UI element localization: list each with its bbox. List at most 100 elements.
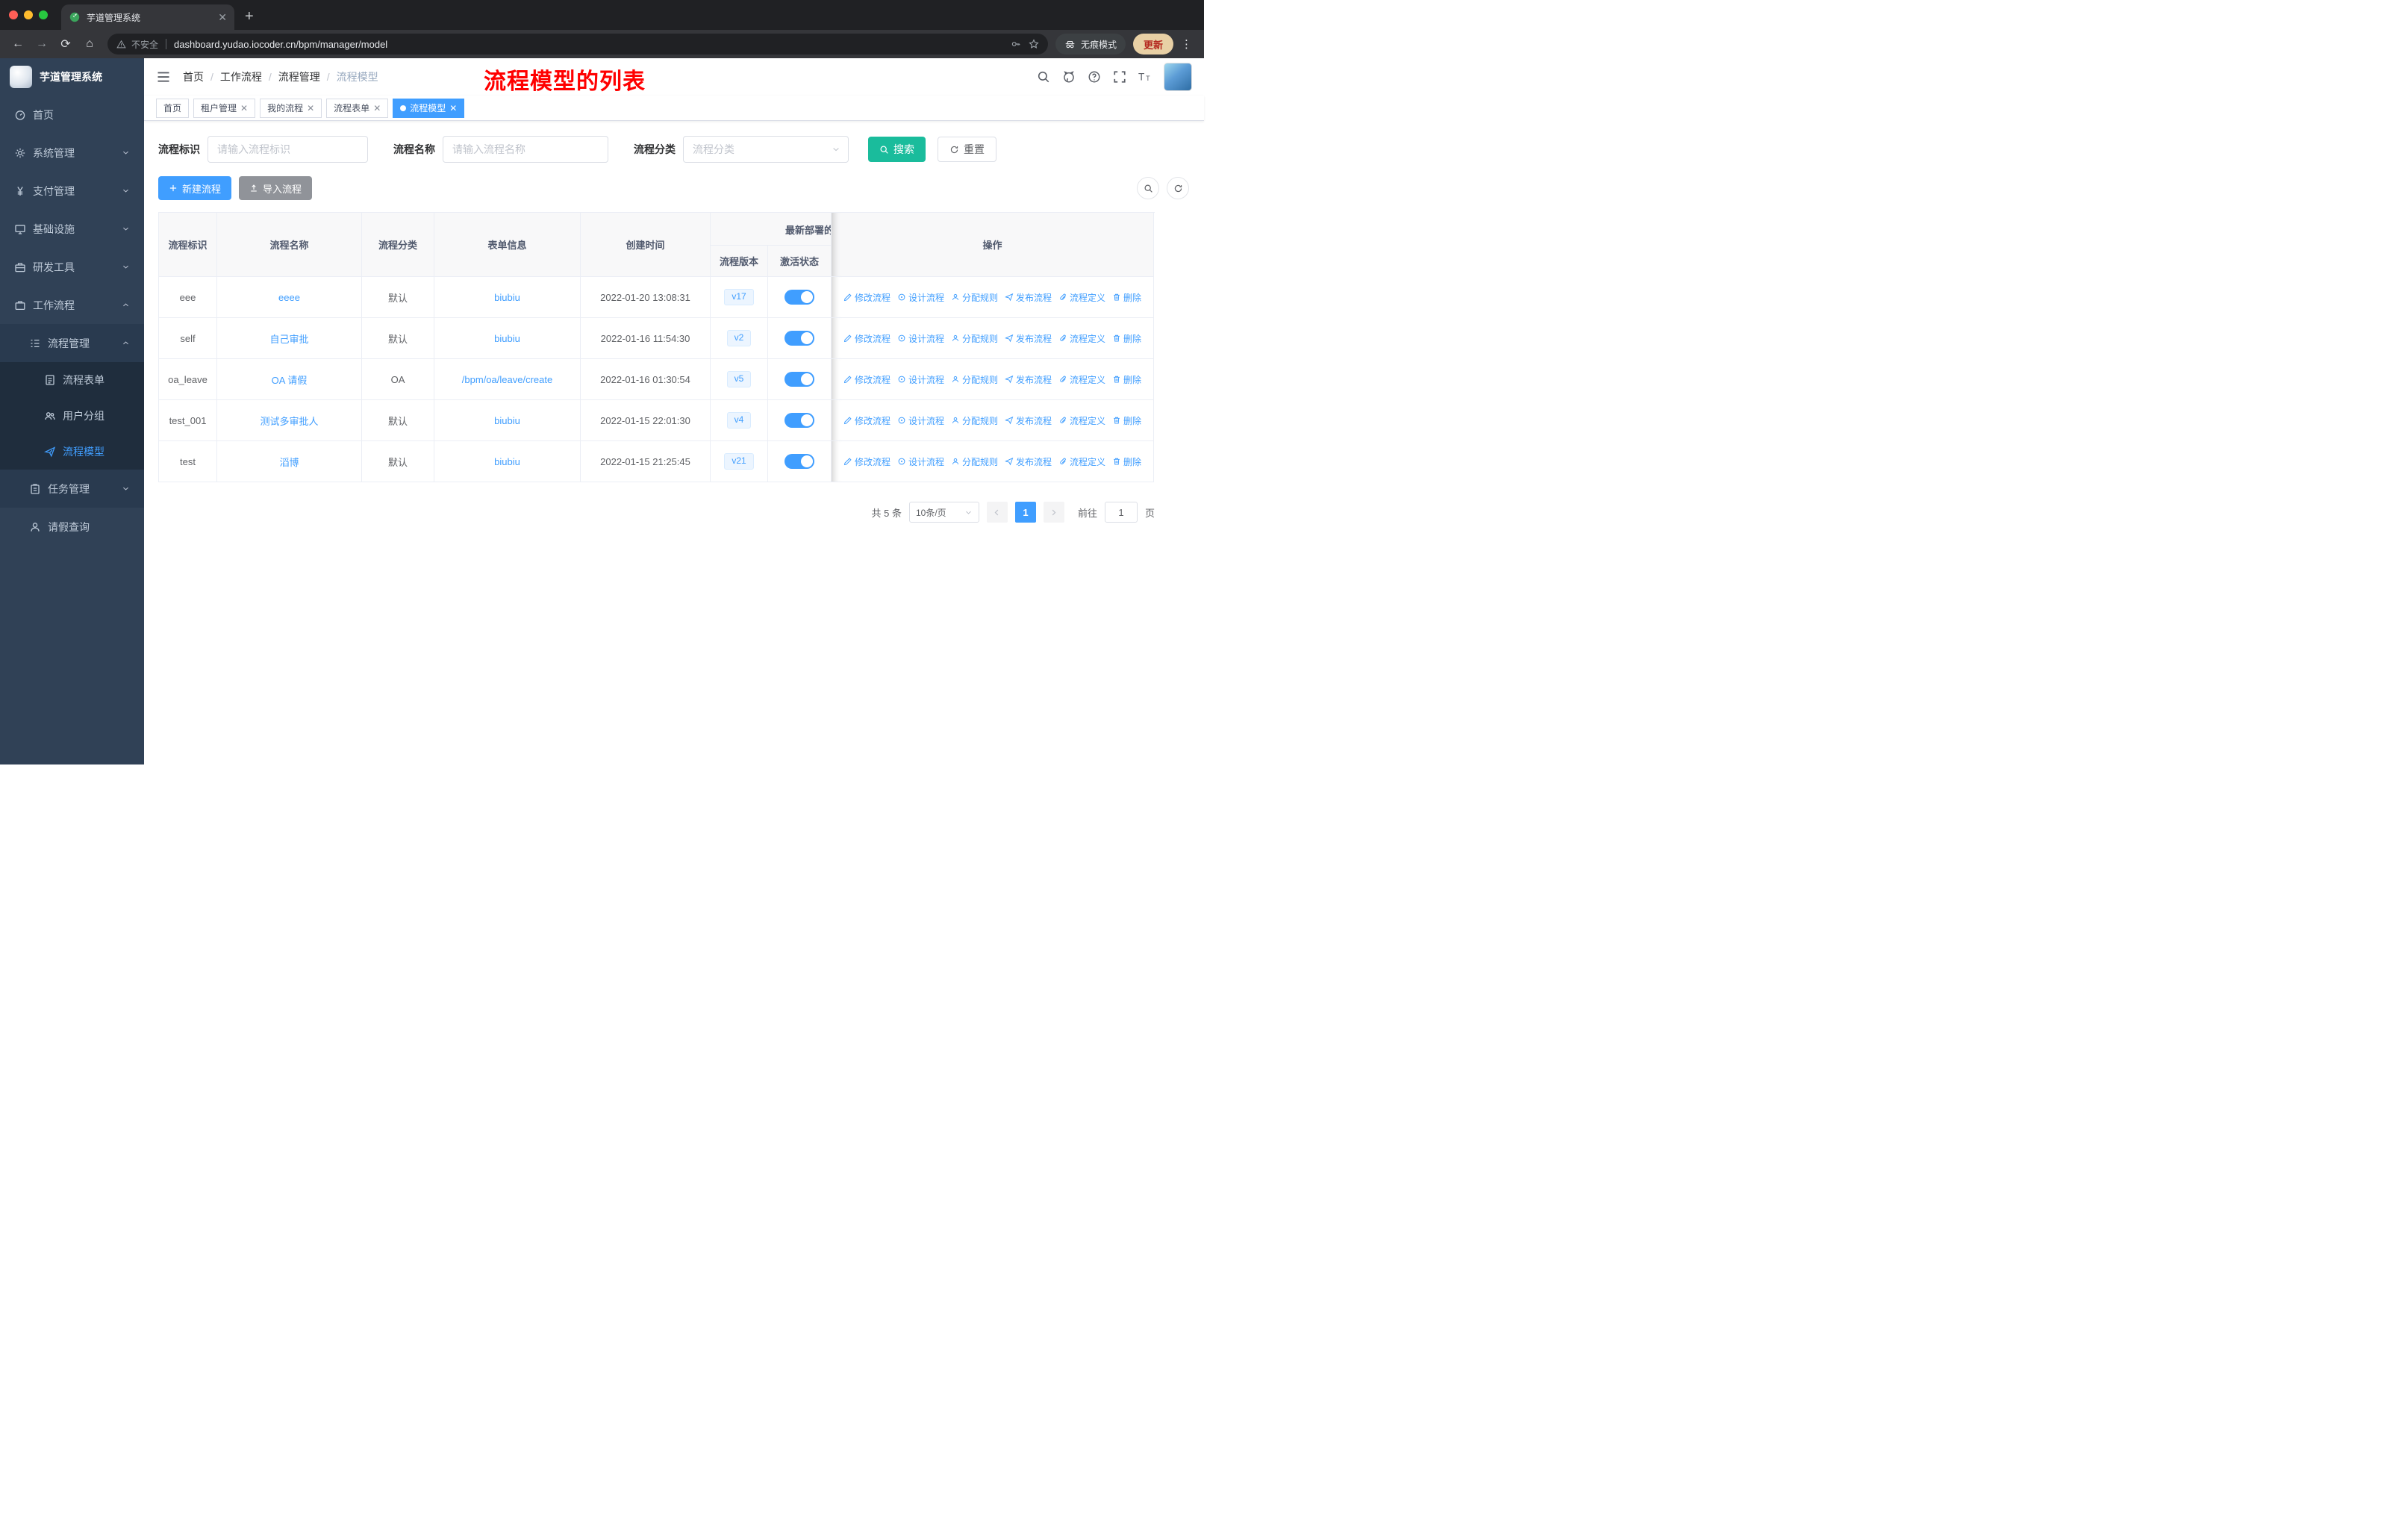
- github-icon[interactable]: [1062, 70, 1076, 84]
- assign-rule-link[interactable]: 分配规则: [951, 455, 998, 468]
- process-name-link[interactable]: 自己审批: [269, 334, 308, 345]
- browser-menu-icon[interactable]: ⋮: [1176, 37, 1197, 51]
- delete-link[interactable]: 删除: [1112, 455, 1141, 468]
- current-page-button[interactable]: 1: [1014, 502, 1036, 523]
- process-definition-link[interactable]: 流程定义: [1058, 291, 1105, 304]
- form-info-link[interactable]: /bpm/oa/leave/create: [462, 374, 552, 385]
- minimize-window-button[interactable]: [24, 10, 33, 19]
- browser-update-button[interactable]: 更新: [1132, 34, 1173, 55]
- breadcrumb-process-mgmt[interactable]: 流程管理: [278, 69, 320, 84]
- sidebar-item-home[interactable]: 首页: [0, 96, 144, 134]
- reset-button[interactable]: 重置: [938, 137, 996, 162]
- close-icon[interactable]: ✕: [307, 103, 314, 113]
- assign-rule-link[interactable]: 分配规则: [951, 373, 998, 386]
- form-info-link[interactable]: biubiu: [494, 415, 520, 426]
- key-icon[interactable]: [1011, 39, 1021, 49]
- app-logo[interactable]: 芋道管理系统: [0, 58, 144, 96]
- sidebar-item-payment[interactable]: 支付管理: [0, 172, 144, 210]
- reload-button[interactable]: ⟳: [55, 34, 76, 55]
- delete-link[interactable]: 删除: [1112, 332, 1141, 345]
- publish-process-link[interactable]: 发布流程: [1005, 332, 1052, 345]
- process-id-input[interactable]: [208, 136, 368, 163]
- sidebar-item-process-mgmt[interactable]: 流程管理: [0, 324, 144, 362]
- maximize-window-button[interactable]: [39, 10, 48, 19]
- back-button[interactable]: ←: [7, 34, 28, 55]
- sidebar-item-system[interactable]: 系统管理: [0, 134, 144, 172]
- delete-link[interactable]: 删除: [1112, 414, 1141, 427]
- modify-process-link[interactable]: 修改流程: [843, 332, 890, 345]
- sidebar-item-process-form[interactable]: 流程表单: [0, 362, 144, 398]
- design-process-link[interactable]: 设计流程: [897, 291, 944, 304]
- fullscreen-icon[interactable]: [1113, 70, 1126, 84]
- tag-process-model[interactable]: 流程模型 ✕: [393, 98, 465, 118]
- tag-home[interactable]: 首页: [156, 98, 190, 118]
- breadcrumb-workflow[interactable]: 工作流程: [220, 69, 262, 84]
- close-icon[interactable]: ✕: [373, 103, 381, 113]
- active-toggle[interactable]: [785, 372, 814, 387]
- page-size-select[interactable]: 10条/页: [908, 502, 979, 523]
- user-avatar[interactable]: [1164, 63, 1192, 91]
- process-name-link[interactable]: OA 请假: [272, 375, 308, 386]
- tag-process-form[interactable]: 流程表单 ✕: [326, 98, 389, 118]
- create-process-button[interactable]: 新建流程: [158, 176, 232, 200]
- toggle-search-button[interactable]: [1137, 177, 1159, 199]
- tag-tenant[interactable]: 租户管理 ✕: [193, 98, 256, 118]
- active-toggle[interactable]: [785, 290, 814, 305]
- design-process-link[interactable]: 设计流程: [897, 373, 944, 386]
- modify-process-link[interactable]: 修改流程: [843, 291, 890, 304]
- search-button[interactable]: 搜索: [868, 137, 926, 162]
- security-label[interactable]: 不安全: [131, 38, 158, 51]
- publish-process-link[interactable]: 发布流程: [1005, 373, 1052, 386]
- help-icon[interactable]: [1088, 70, 1101, 84]
- forward-button[interactable]: →: [31, 34, 52, 55]
- publish-process-link[interactable]: 发布流程: [1005, 414, 1052, 427]
- form-info-link[interactable]: biubiu: [494, 333, 520, 344]
- modify-process-link[interactable]: 修改流程: [843, 414, 890, 427]
- modify-process-link[interactable]: 修改流程: [843, 455, 890, 468]
- category-select[interactable]: 流程分类: [683, 136, 849, 163]
- sidebar-item-infra[interactable]: 基础设施: [0, 210, 144, 248]
- design-process-link[interactable]: 设计流程: [897, 455, 944, 468]
- active-toggle[interactable]: [785, 454, 814, 469]
- sidebar-item-workflow[interactable]: 工作流程: [0, 286, 144, 324]
- process-name-link[interactable]: 滔博: [279, 457, 299, 468]
- close-window-button[interactable]: [9, 10, 18, 19]
- delete-link[interactable]: 删除: [1112, 291, 1141, 304]
- close-icon[interactable]: ✕: [449, 103, 457, 113]
- form-info-link[interactable]: biubiu: [494, 456, 520, 467]
- refresh-table-button[interactable]: [1167, 177, 1189, 199]
- process-definition-link[interactable]: 流程定义: [1058, 455, 1105, 468]
- collapse-sidebar-icon[interactable]: [156, 69, 171, 84]
- assign-rule-link[interactable]: 分配规则: [951, 332, 998, 345]
- tab-close-icon[interactable]: ✕: [218, 11, 227, 24]
- sidebar-item-leave-query[interactable]: 请假查询: [0, 508, 144, 546]
- active-toggle[interactable]: [785, 413, 814, 428]
- process-definition-link[interactable]: 流程定义: [1058, 332, 1105, 345]
- publish-process-link[interactable]: 发布流程: [1005, 291, 1052, 304]
- breadcrumb-home[interactable]: 首页: [183, 69, 204, 84]
- tag-my-process[interactable]: 我的流程 ✕: [260, 98, 322, 118]
- close-icon[interactable]: ✕: [240, 103, 248, 113]
- assign-rule-link[interactable]: 分配规则: [951, 291, 998, 304]
- next-page-button[interactable]: [1043, 502, 1064, 523]
- active-toggle[interactable]: [785, 331, 814, 346]
- delete-link[interactable]: 删除: [1112, 373, 1141, 386]
- sidebar-item-user-group[interactable]: 用户分组: [0, 398, 144, 434]
- design-process-link[interactable]: 设计流程: [897, 414, 944, 427]
- modify-process-link[interactable]: 修改流程: [843, 373, 890, 386]
- sidebar-item-devtools[interactable]: 研发工具: [0, 248, 144, 286]
- bookmark-star-icon[interactable]: [1029, 39, 1039, 49]
- form-info-link[interactable]: biubiu: [494, 292, 520, 303]
- goto-page-input[interactable]: [1104, 502, 1138, 523]
- publish-process-link[interactable]: 发布流程: [1005, 455, 1052, 468]
- prev-page-button[interactable]: [986, 502, 1008, 523]
- sidebar-item-process-model[interactable]: 流程模型: [0, 434, 144, 470]
- home-button[interactable]: ⌂: [79, 34, 100, 55]
- assign-rule-link[interactable]: 分配规则: [951, 414, 998, 427]
- process-name-link[interactable]: 测试多审批人: [260, 416, 318, 427]
- design-process-link[interactable]: 设计流程: [897, 332, 944, 345]
- search-icon[interactable]: [1037, 70, 1050, 84]
- address-bar[interactable]: 不安全 dashboard.yudao.iocoder.cn/bpm/manag…: [107, 34, 1048, 55]
- process-definition-link[interactable]: 流程定义: [1058, 373, 1105, 386]
- import-process-button[interactable]: 导入流程: [239, 176, 313, 200]
